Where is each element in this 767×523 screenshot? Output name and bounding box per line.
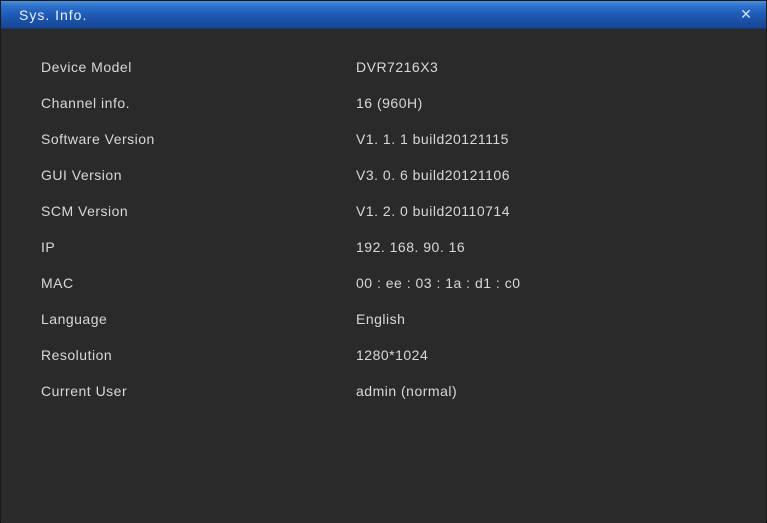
info-row: SCM Version V1. 2. 0 build20110714: [41, 201, 726, 221]
software-version-label: Software Version: [41, 131, 356, 147]
info-row: Current User admin (normal): [41, 381, 726, 401]
info-row: Language English: [41, 309, 726, 329]
device-model-label: Device Model: [41, 59, 356, 75]
resolution-label: Resolution: [41, 347, 356, 363]
info-row: Channel info. 16 (960H): [41, 93, 726, 113]
scm-version-label: SCM Version: [41, 203, 356, 219]
info-row: Software Version V1. 1. 1 build20121115: [41, 129, 726, 149]
device-model-value: DVR7216X3: [356, 59, 438, 75]
channel-info-value: 16 (960H): [356, 95, 423, 111]
close-icon[interactable]: ✕: [738, 7, 754, 23]
mac-value: 00 : ee : 03 : 1a : d1 : c0: [356, 275, 521, 291]
info-row: IP 192. 168. 90. 16: [41, 237, 726, 257]
titlebar: Sys. Info. ✕: [1, 1, 766, 29]
software-version-value: V1. 1. 1 build20121115: [356, 131, 509, 147]
info-row: MAC 00 : ee : 03 : 1a : d1 : c0: [41, 273, 726, 293]
info-row: Resolution 1280*1024: [41, 345, 726, 365]
info-row: Device Model DVR7216X3: [41, 57, 726, 77]
language-label: Language: [41, 311, 356, 327]
ip-label: IP: [41, 239, 356, 255]
gui-version-value: V3. 0. 6 build20121106: [356, 167, 510, 183]
current-user-label: Current User: [41, 383, 356, 399]
ip-value: 192. 168. 90. 16: [356, 239, 465, 255]
channel-info-label: Channel info.: [41, 95, 356, 111]
info-row: GUI Version V3. 0. 6 build20121106: [41, 165, 726, 185]
current-user-value: admin (normal): [356, 383, 457, 399]
sysinfo-window: Sys. Info. ✕ Device Model DVR7216X3 Chan…: [0, 0, 767, 522]
scm-version-value: V1. 2. 0 build20110714: [356, 203, 510, 219]
language-value: English: [356, 311, 405, 327]
resolution-value: 1280*1024: [356, 347, 428, 363]
window-title: Sys. Info.: [19, 7, 87, 23]
content-area: Device Model DVR7216X3 Channel info. 16 …: [1, 29, 766, 523]
mac-label: MAC: [41, 275, 356, 291]
gui-version-label: GUI Version: [41, 167, 356, 183]
